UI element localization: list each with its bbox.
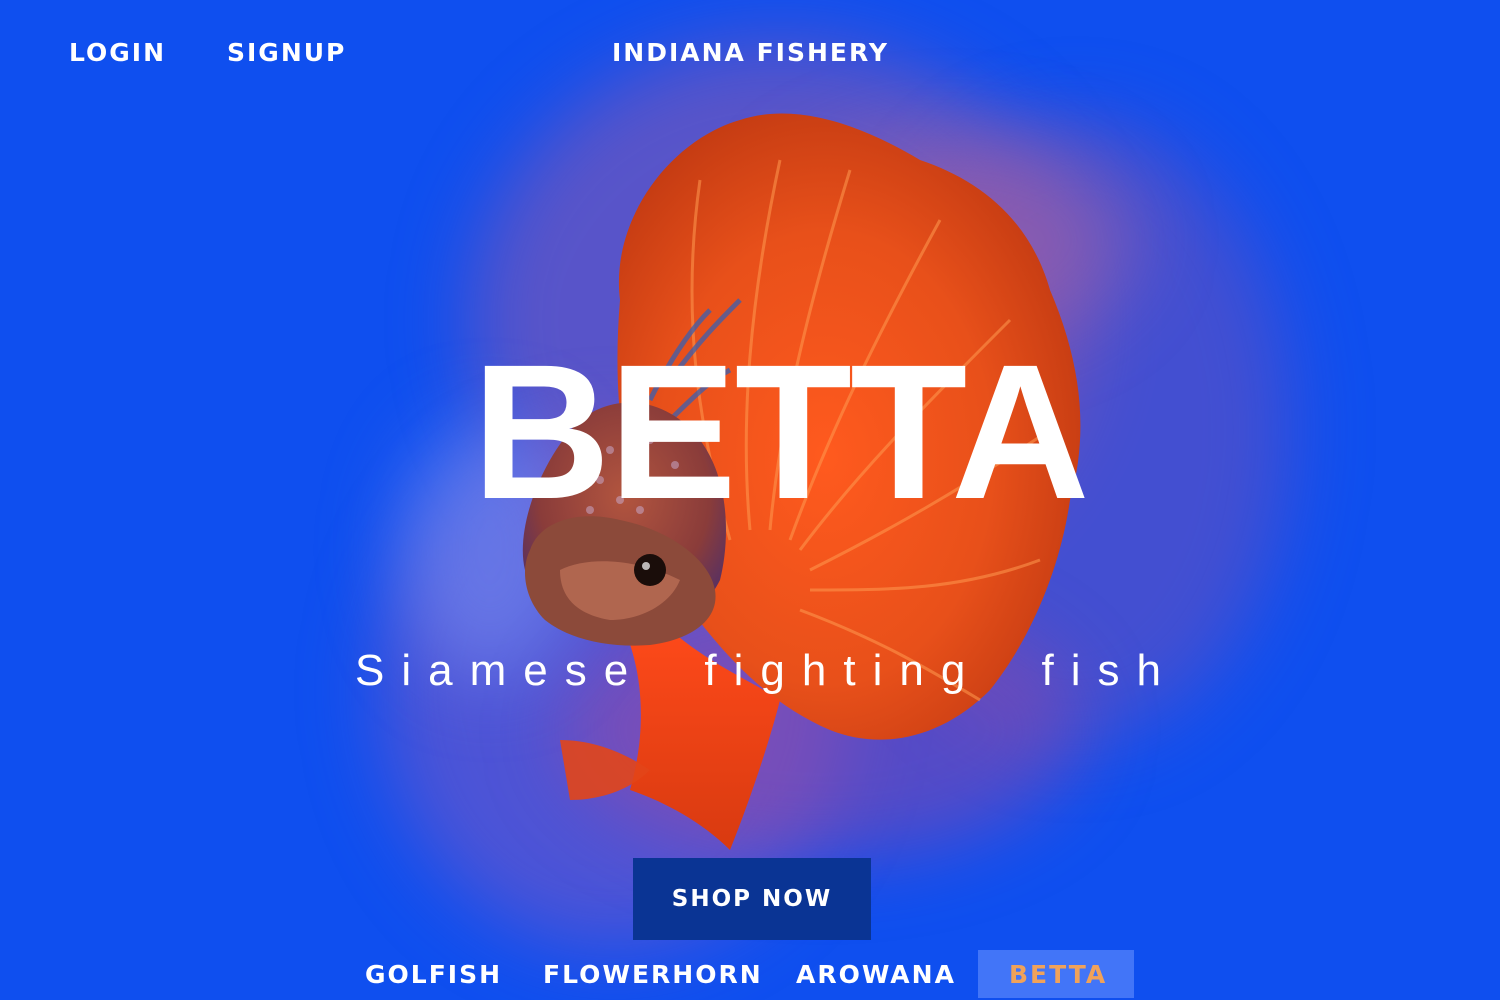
fish-category-tabs: GOLFISH FLOWERHORN AROWANA BETTA [0,950,1500,1000]
signup-link[interactable]: SIGNUP [227,38,346,67]
tab-flowerhorn[interactable]: FLOWERHORN [543,960,763,989]
hero-subtitle: Siamese fighting fish [355,646,1178,695]
tab-arowana[interactable]: AROWANA [796,960,956,989]
hero-title: BETTA [472,324,1090,539]
tab-goldfish[interactable]: GOLFISH [365,960,502,989]
hero-section: LOGIN SIGNUP INDIANA FISHERY BETTA Siame… [0,0,1500,1000]
login-link[interactable]: LOGIN [69,38,166,67]
brand-title: INDIANA FISHERY [612,38,889,67]
tab-betta[interactable]: BETTA [1009,960,1107,989]
shop-now-button[interactable]: SHOP NOW [633,858,871,940]
